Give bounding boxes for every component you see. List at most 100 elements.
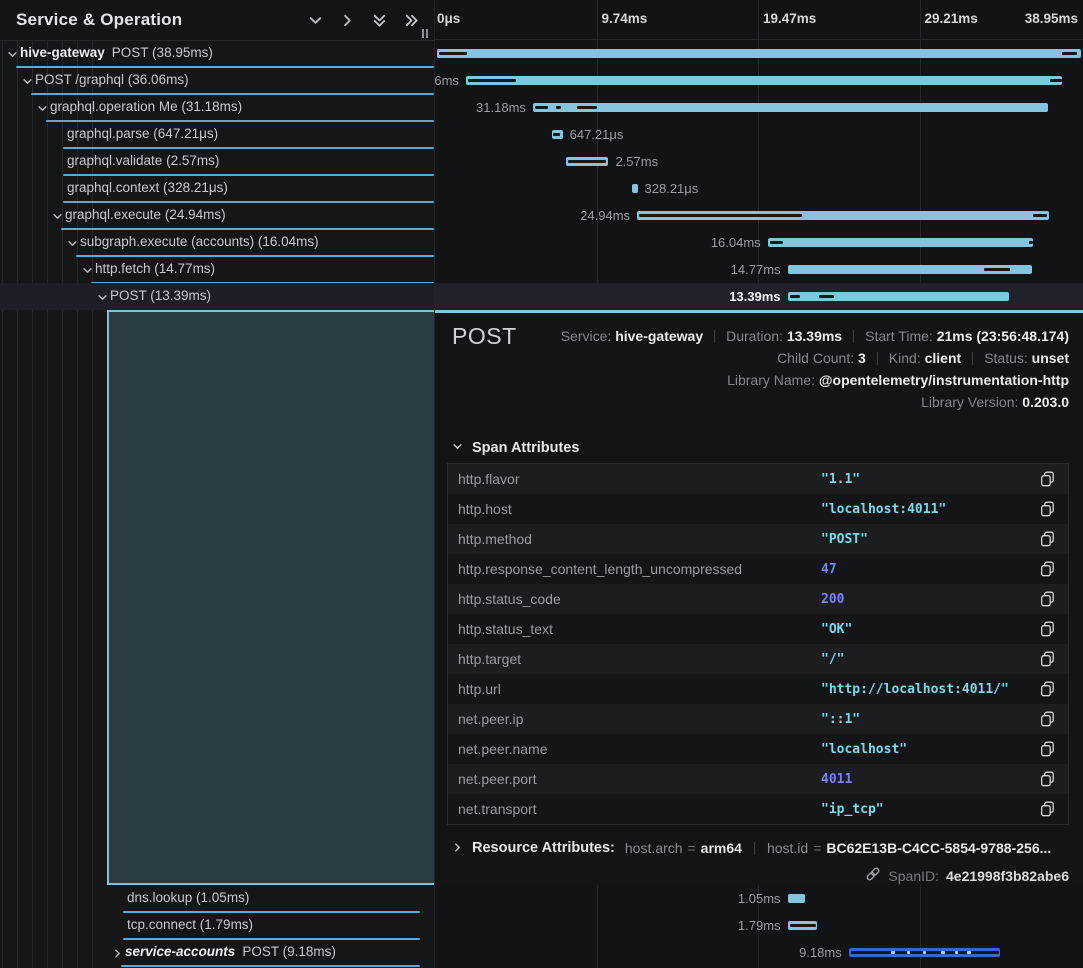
double-chevron-down-icon[interactable] <box>370 11 388 29</box>
copy-icon[interactable] <box>1040 531 1056 547</box>
span-duration-bar[interactable] <box>437 49 1081 58</box>
copy-icon[interactable] <box>1040 561 1056 577</box>
chevron-down-icon[interactable] <box>82 264 93 275</box>
span-child-segment <box>790 924 816 927</box>
span-tree-row[interactable]: graphql.context (328.21μs) <box>0 175 434 202</box>
span-tree-row[interactable]: POST /graphql (36.06ms) <box>0 67 434 94</box>
copy-icon[interactable] <box>1040 801 1056 817</box>
timeline-row: 24.94ms <box>435 202 1083 229</box>
chevron-right-icon[interactable] <box>338 11 356 29</box>
chevron-down-icon[interactable] <box>67 237 78 248</box>
span-duration-label: 36.06ms <box>435 73 459 88</box>
timeline-row: 13.39ms <box>435 283 1083 310</box>
chevron-down-icon[interactable] <box>52 210 63 221</box>
span-attributes-header[interactable]: Span Attributes <box>452 440 579 456</box>
copy-icon[interactable] <box>1040 771 1056 787</box>
span-duration-bar[interactable] <box>566 157 608 166</box>
attribute-row: http.flavor"1.1" <box>448 464 1068 494</box>
span-detail-title: POST <box>452 323 517 350</box>
span-tree-row[interactable]: hive-gatewayPOST (38.95ms) <box>0 40 434 67</box>
span-duration-bar[interactable] <box>466 76 1062 85</box>
span-tree-row[interactable]: graphql.operation Me (31.18ms) <box>0 94 434 121</box>
attribute-row: http.url"http://localhost:4011/" <box>448 674 1068 704</box>
attribute-value: "http://localhost:4011/" <box>821 682 1009 697</box>
meta-divider <box>714 330 715 343</box>
span-name-label: tcp.connect (1.79ms) <box>127 917 253 932</box>
service-name: service-accounts <box>125 944 235 959</box>
span-tree-row[interactable]: graphql.validate (2.57ms) <box>0 148 434 175</box>
span-child-segment <box>1033 214 1047 217</box>
chevron-down-icon[interactable] <box>22 75 33 86</box>
span-tree-row[interactable]: graphql.execute (24.94ms) <box>0 202 434 229</box>
timeline-row: 36.06ms <box>435 67 1083 94</box>
attribute-value: "localhost" <box>821 742 907 757</box>
span-name-label: hive-gatewayPOST (38.95ms) <box>20 45 213 60</box>
span-duration-bar[interactable] <box>788 921 818 930</box>
chevron-right-icon[interactable] <box>112 947 123 958</box>
chevron-down-icon[interactable] <box>97 291 108 302</box>
span-duration-bar[interactable] <box>849 948 1001 957</box>
double-chevron-right-icon[interactable] <box>402 11 420 29</box>
copy-icon[interactable] <box>1040 711 1056 727</box>
selected-span-highlight <box>107 310 434 885</box>
chevron-down-icon <box>452 440 463 456</box>
span-duration-bar[interactable] <box>788 265 1032 274</box>
span-tree-row[interactable]: POST (13.39ms) <box>0 283 434 310</box>
span-child-segment <box>553 133 560 136</box>
detail-meta-line: Child Count: 3Kind: clientStatus: unset <box>561 347 1069 369</box>
span-duration-label: 31.18ms <box>476 100 526 115</box>
span-detail-panel: POST Service: hive-gatewayDuration: 13.3… <box>435 310 1083 885</box>
attribute-row: net.peer.ip"::1" <box>448 704 1068 734</box>
span-id-label: SpanID: <box>888 868 939 884</box>
meta-value: client <box>925 350 962 366</box>
copy-icon[interactable] <box>1040 651 1056 667</box>
meta-label: Library Name: <box>727 372 819 388</box>
span-duration-bar[interactable] <box>552 130 563 139</box>
span-duration-label: 2.57ms <box>615 154 658 169</box>
panel-resize-handle[interactable] <box>422 29 428 38</box>
attribute-key: net.transport <box>458 801 537 817</box>
copy-icon[interactable] <box>1040 501 1056 517</box>
span-duration-bar[interactable] <box>632 184 637 193</box>
span-child-segment <box>923 951 926 954</box>
timeline-row: 31.18ms <box>435 94 1083 121</box>
meta-value: 3 <box>858 350 866 366</box>
link-icon[interactable] <box>865 866 881 885</box>
span-duration-bar[interactable] <box>788 894 805 903</box>
meta-value: @opentelemetry/instrumentation-http <box>819 372 1069 388</box>
span-duration-bar[interactable] <box>788 292 1009 301</box>
meta-label: Status: <box>984 350 1031 366</box>
span-duration-bar[interactable] <box>768 238 1033 247</box>
span-tree-row[interactable]: tcp.connect (1.79ms) <box>0 912 434 939</box>
span-duration-label: 647.21μs <box>570 127 624 142</box>
meta-label: Child Count: <box>777 350 858 366</box>
span-attributes-table: http.flavor"1.1"http.host"localhost:4011… <box>447 463 1069 825</box>
copy-icon[interactable] <box>1040 621 1056 637</box>
tree-header: Service & Operation <box>0 0 434 41</box>
span-child-segment <box>1050 79 1062 82</box>
span-tree-row[interactable]: service-accountsPOST (9.18ms) <box>0 939 434 966</box>
span-child-segment <box>819 295 834 298</box>
chevron-down-icon[interactable] <box>7 48 18 59</box>
span-tree-row[interactable]: dns.lookup (1.05ms) <box>0 885 434 912</box>
span-duration-bar[interactable] <box>533 103 1049 112</box>
span-duration-bar[interactable] <box>637 211 1049 220</box>
copy-icon[interactable] <box>1040 681 1056 697</box>
span-child-segment <box>941 951 945 954</box>
copy-icon[interactable] <box>1040 741 1056 757</box>
meta-divider <box>853 330 854 343</box>
span-child-segment <box>967 951 971 954</box>
span-tree-row[interactable]: http.fetch (14.77ms) <box>0 256 434 283</box>
chevron-down-icon[interactable] <box>306 11 324 29</box>
resource-key: host.id <box>767 840 808 856</box>
chevron-down-icon[interactable] <box>37 102 48 113</box>
span-tree-row[interactable]: subgraph.execute (accounts) (16.04ms) <box>0 229 434 256</box>
attribute-value: "ip_tcp" <box>821 802 884 817</box>
span-duration-label: 13.39ms <box>729 289 780 304</box>
span-duration-label: 1.79ms <box>738 918 781 933</box>
resource-attributes-row[interactable]: Resource Attributes: host.arch=arm64host… <box>452 840 1051 856</box>
attribute-row: net.transport "ip_tcp" <box>448 794 1068 824</box>
copy-icon[interactable] <box>1040 591 1056 607</box>
copy-icon[interactable] <box>1040 471 1056 487</box>
span-tree-row[interactable]: graphql.parse (647.21μs) <box>0 121 434 148</box>
